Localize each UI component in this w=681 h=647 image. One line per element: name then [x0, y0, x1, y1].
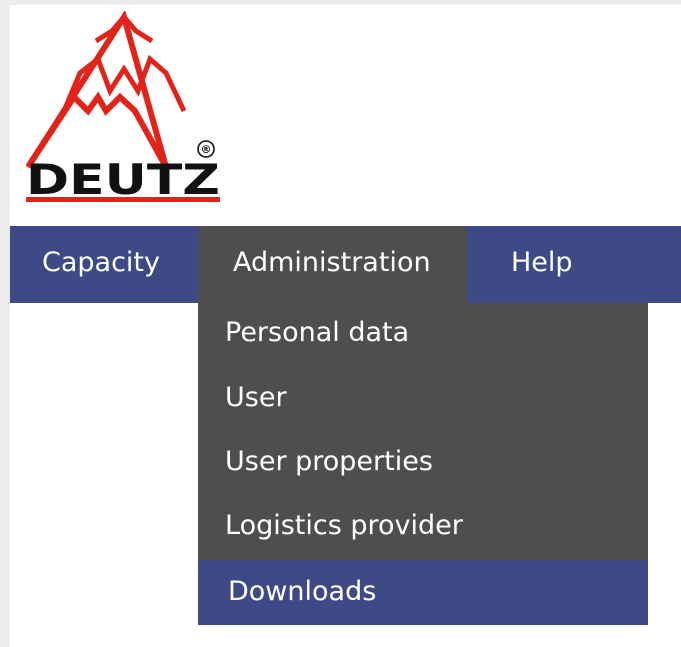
menu-help-label: Help: [511, 247, 573, 278]
page: ® DEUTZ Capacity Administration Help Per…: [10, 5, 681, 647]
main-menubar: Capacity Administration Help: [10, 226, 681, 303]
menu-capacity[interactable]: Capacity: [10, 226, 198, 303]
menu-administration[interactable]: Administration: [198, 226, 467, 303]
menu-capacity-label: Capacity: [42, 247, 160, 278]
menu-administration-label: Administration: [233, 247, 431, 278]
dropdown-item-personal-data[interactable]: Personal data: [198, 303, 648, 367]
dropdown-item-user[interactable]: User: [198, 368, 648, 432]
dropdown-item-label: Downloads: [228, 576, 377, 607]
logo-wordmark: DEUTZ: [26, 155, 220, 203]
deutz-logo-graphic: ® DEUTZ: [26, 11, 220, 203]
dropdown-item-label: User properties: [225, 446, 433, 477]
administration-dropdown: Personal data User User properties Logis…: [198, 303, 648, 625]
dropdown-item-label: User: [225, 382, 287, 413]
deutz-logo[interactable]: ® DEUTZ: [26, 11, 222, 203]
dropdown-item-logistics-provider[interactable]: Logistics provider: [198, 496, 648, 560]
dropdown-item-label: Personal data: [225, 317, 410, 348]
dropdown-item-user-properties[interactable]: User properties: [198, 432, 648, 496]
menu-help[interactable]: Help: [467, 226, 577, 303]
dropdown-item-label: Logistics provider: [225, 510, 463, 541]
dropdown-item-downloads[interactable]: Downloads: [198, 560, 648, 625]
